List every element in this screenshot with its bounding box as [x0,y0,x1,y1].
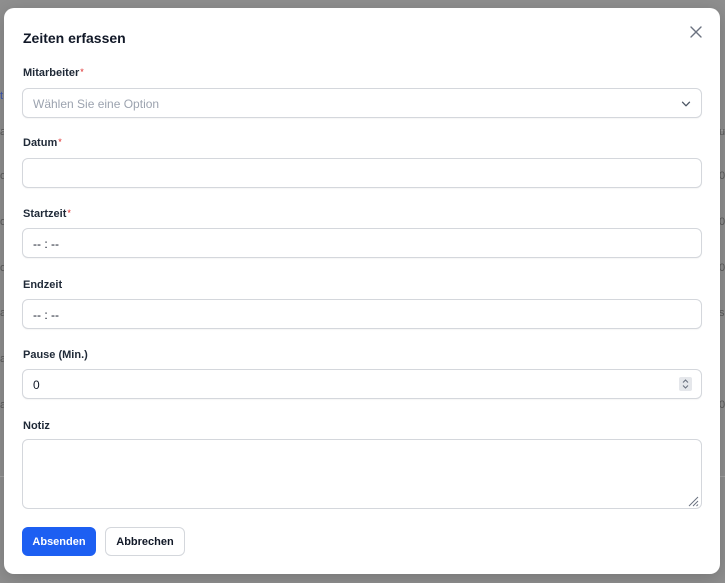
submit-button[interactable]: Absenden [22,527,96,556]
required-marker: * [67,208,71,218]
end-time-input[interactable]: -- : -- [22,299,702,329]
end-time-value: -- : -- [33,308,59,322]
employee-label: Mitarbeiter* [23,67,84,79]
chevron-down-icon [681,98,691,108]
pause-value: 0 [33,378,40,392]
stepper-icon[interactable] [679,377,692,391]
start-time-value: -- : -- [33,237,59,251]
time-entry-dialog: Zeiten erfassen Mitarbeiter* Wählen Sie … [4,8,720,574]
end-time-label: Endzeit [23,279,63,291]
note-label: Notiz [23,420,50,432]
pause-label: Pause (Min.) [23,349,88,361]
resize-handle-icon[interactable] [687,494,699,507]
background-link-fragment: t [0,90,4,102]
start-time-input[interactable]: -- : -- [22,228,702,258]
dialog-title: Zeiten erfassen [23,30,126,46]
date-label: Datum* [23,137,62,149]
date-input[interactable] [22,158,702,188]
employee-placeholder: Wählen Sie eine Option [33,97,160,111]
start-time-label: Startzeit* [23,208,71,220]
note-textarea[interactable] [22,439,702,509]
required-marker: * [58,137,62,147]
pause-input[interactable]: 0 [22,369,702,399]
required-marker: * [80,67,84,77]
cancel-button[interactable]: Abbrechen [105,527,185,556]
close-icon[interactable] [688,24,704,40]
employee-select[interactable]: Wählen Sie eine Option [22,88,702,118]
